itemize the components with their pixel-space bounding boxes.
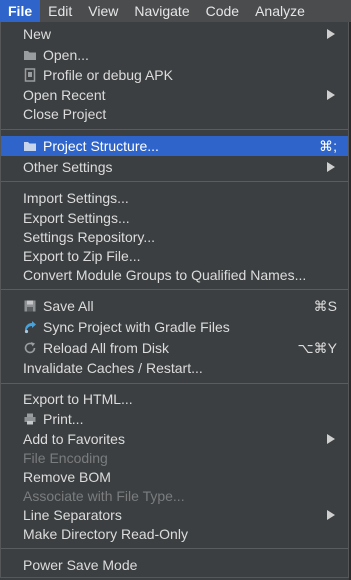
menu-item-label: Open... [43,47,89,63]
menu-item-label: Project Structure... [43,138,159,154]
submenu-arrow-icon [327,510,335,520]
menu-item-make-readonly[interactable]: Make Directory Read-Only [1,524,348,544]
menu-item-label: Profile or debug APK [43,67,173,83]
menu-item-import-settings[interactable]: Import Settings... [1,188,348,208]
menu-item-save-all[interactable]: Save All ⌘S [1,296,348,316]
menu-separator [1,181,348,182]
save-icon [24,300,36,312]
menu-item-print[interactable]: Print... [1,409,348,429]
menu-item-reload-disk[interactable]: Reload All from Disk ⌥⌘Y [1,338,348,358]
shortcut-label: ⌘; [319,138,337,154]
menu-item-label: Add to Favorites [23,431,125,447]
menu-separator [1,383,348,384]
menu-item-label: Convert Module Groups to Qualified Names… [23,267,307,283]
gradle-sync-icon [24,321,36,334]
menu-item-label: Line Separators [23,507,122,523]
menu-item-add-favorites[interactable]: Add to Favorites [1,429,348,449]
menu-item-label: Save All [43,298,94,314]
menu-item-export-zip[interactable]: Export to Zip File... [1,246,348,266]
apk-file-icon [24,68,36,82]
menu-separator [1,289,348,290]
menu-separator [1,548,348,549]
menu-item-settings-repository[interactable]: Settings Repository... [1,227,348,247]
submenu-arrow-icon [327,29,335,39]
menu-item-other-settings[interactable]: Other Settings [1,157,348,177]
menu-item-label: Reload All from Disk [43,340,170,356]
menu-item-label: Settings Repository... [23,229,156,245]
menu-navigate[interactable]: Navigate [126,0,197,22]
menu-item-label: Export Settings... [23,210,130,226]
menu-view[interactable]: View [80,0,126,22]
menu-item-label: File Encoding [23,450,108,466]
menu-item-label: New [23,26,52,42]
menu-item-label: Close Project [23,106,107,122]
shortcut-label: ⌘S [313,298,337,314]
reload-icon [24,342,36,354]
menu-item-label: Print... [43,411,84,427]
submenu-arrow-icon [327,90,335,100]
menu-item-line-separators[interactable]: Line Separators [1,505,348,525]
menu-item-power-save[interactable]: Power Save Mode [1,555,348,575]
menu-item-label: Power Save Mode [23,557,138,573]
menu-item-close-project[interactable]: Close Project [1,104,348,124]
menu-analyze[interactable]: Analyze [247,0,313,22]
menu-item-open[interactable]: Open... [1,45,348,65]
project-structure-icon [24,142,36,151]
menu-item-label: Export to HTML... [23,391,133,407]
menu-item-export-settings[interactable]: Export Settings... [1,208,348,228]
menu-code[interactable]: Code [198,0,247,22]
menu-item-label: Invalidate Caches / Restart... [23,360,203,376]
menu-item-export-html[interactable]: Export to HTML... [1,389,348,409]
menu-item-label: Open Recent [23,87,106,103]
menu-item-open-recent[interactable]: Open Recent [1,85,348,105]
menu-file[interactable]: File [0,0,41,22]
menu-item-label: Associate with File Type... [23,488,185,504]
menu-edit[interactable]: Edit [40,0,80,22]
menu-item-profile-apk[interactable]: Profile or debug APK [1,65,348,85]
printer-icon [24,413,36,425]
menu-item-project-structure[interactable]: Project Structure... ⌘; [1,136,348,156]
submenu-arrow-icon [327,434,335,444]
menu-bar: File Edit View Navigate Code Analyze [0,0,351,22]
menu-item-new[interactable]: New [1,24,348,44]
menu-item-label: Remove BOM [23,469,111,485]
menu-item-associate-file-type: Associate with File Type... [1,486,348,506]
menu-item-label: Export to Zip File... [23,248,141,264]
menu-item-remove-bom[interactable]: Remove BOM [1,467,348,487]
menu-item-invalidate-caches[interactable]: Invalidate Caches / Restart... [1,358,348,378]
menu-item-label: Other Settings [23,159,113,175]
menu-item-label: Import Settings... [23,190,129,206]
submenu-arrow-icon [327,162,335,172]
file-menu-dropdown: New Open... Profile or debug APK Open Re… [0,22,349,578]
menu-item-convert-module-groups[interactable]: Convert Module Groups to Qualified Names… [1,265,348,285]
menu-separator [1,129,348,130]
menu-item-label: Make Directory Read-Only [23,526,188,542]
menu-item-file-encoding: File Encoding [1,448,348,468]
menu-item-label: Sync Project with Gradle Files [43,319,230,335]
menu-item-sync-gradle[interactable]: Sync Project with Gradle Files [1,317,348,337]
folder-icon [24,51,36,60]
shortcut-label: ⌥⌘Y [297,340,337,356]
